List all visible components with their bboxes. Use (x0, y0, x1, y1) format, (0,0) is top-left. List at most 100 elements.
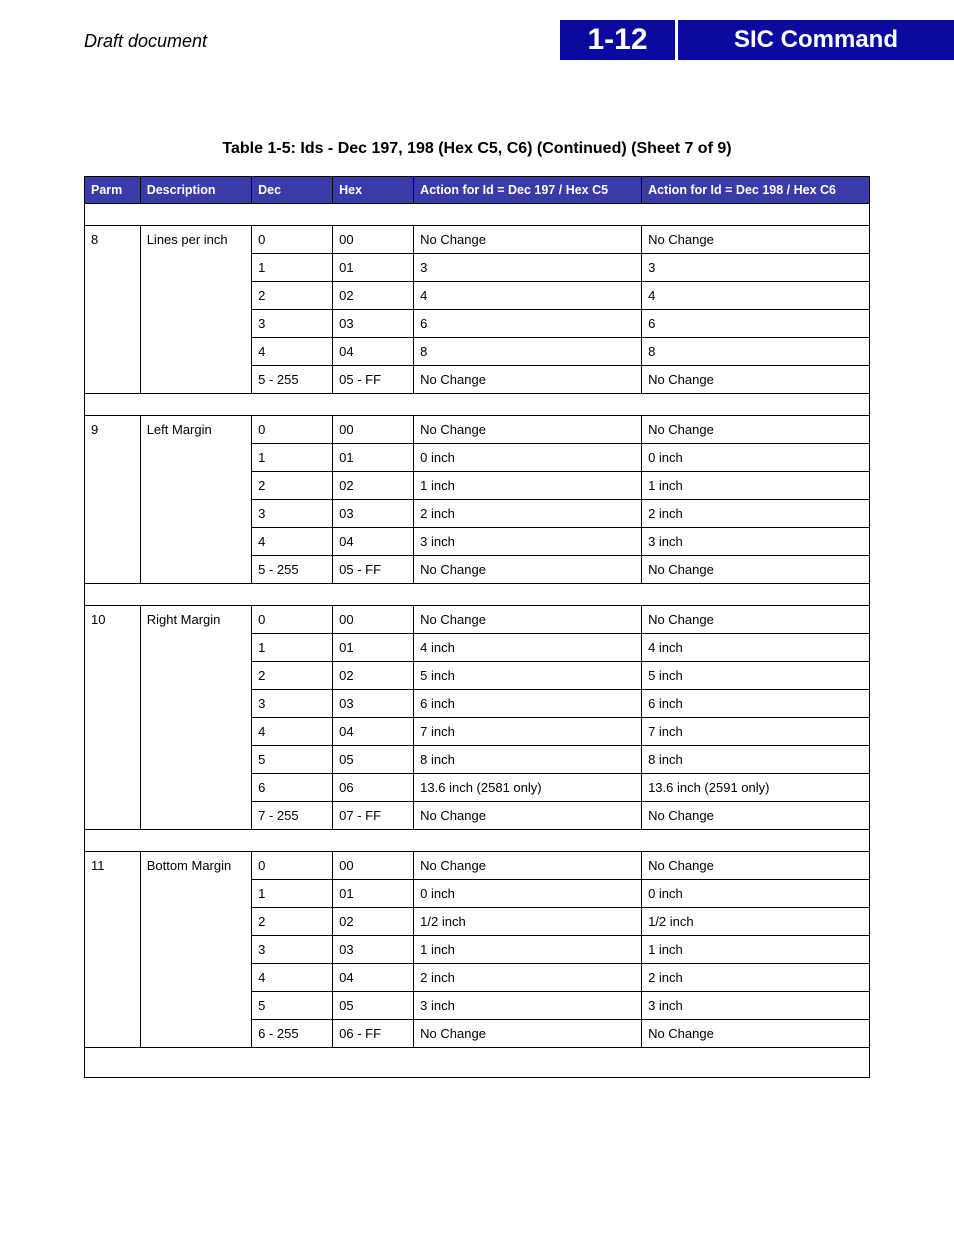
page-header: Draft document 1-12 SIC Command (0, 0, 954, 60)
group-separator (85, 394, 870, 416)
cell-dec: 0 (252, 226, 333, 254)
cell-action-c6: 2 inch (642, 964, 870, 992)
cell-dec: 2 (252, 472, 333, 500)
cell-action-c5: 4 (414, 282, 642, 310)
cell-dec: 1 (252, 444, 333, 472)
col-action-c6: Action for Id = Dec 198 / Hex C6 (642, 177, 870, 204)
cell-hex: 06 (333, 774, 414, 802)
cell-dec: 6 (252, 774, 333, 802)
cell-action-c5: No Change (414, 852, 642, 880)
col-dec: Dec (252, 177, 333, 204)
cell-action-c6: 6 (642, 310, 870, 338)
cell-dec: 1 (252, 880, 333, 908)
cell-hex: 05 - FF (333, 556, 414, 584)
cell-parm: 9 (85, 416, 141, 584)
cell-hex: 03 (333, 936, 414, 964)
cell-action-c6: 0 inch (642, 880, 870, 908)
group-separator (85, 830, 870, 852)
cell-action-c5: 3 inch (414, 528, 642, 556)
cell-dec: 6 - 255 (252, 1020, 333, 1048)
page-title: SIC Command (678, 20, 954, 60)
cell-dec: 7 - 255 (252, 802, 333, 830)
cell-hex: 04 (333, 338, 414, 366)
cell-hex: 05 - FF (333, 366, 414, 394)
cell-dec: 0 (252, 852, 333, 880)
cell-action-c5: No Change (414, 606, 642, 634)
cell-action-c6: 6 inch (642, 690, 870, 718)
cell-action-c5: 1 inch (414, 936, 642, 964)
col-action-c5: Action for Id = Dec 197 / Hex C5 (414, 177, 642, 204)
cell-description: Bottom Margin (140, 852, 251, 1048)
draft-label: Draft document (0, 0, 560, 60)
cell-hex: 02 (333, 908, 414, 936)
col-description: Description (140, 177, 251, 204)
cell-action-c5: 1/2 inch (414, 908, 642, 936)
cell-dec: 5 - 255 (252, 366, 333, 394)
cell-hex: 00 (333, 606, 414, 634)
cell-dec: 4 (252, 528, 333, 556)
cell-dec: 0 (252, 416, 333, 444)
cell-dec: 2 (252, 908, 333, 936)
cell-action-c5: 2 inch (414, 500, 642, 528)
table-header-row: Parm Description Dec Hex Action for Id =… (85, 177, 870, 204)
cell-action-c5: 0 inch (414, 444, 642, 472)
cell-hex: 03 (333, 310, 414, 338)
cell-hex: 00 (333, 852, 414, 880)
cell-hex: 05 (333, 992, 414, 1020)
cell-dec: 1 (252, 634, 333, 662)
cell-action-c6: No Change (642, 1020, 870, 1048)
cell-hex: 06 - FF (333, 1020, 414, 1048)
cell-action-c5: 5 inch (414, 662, 642, 690)
cell-hex: 02 (333, 662, 414, 690)
cell-action-c5: 0 inch (414, 880, 642, 908)
table-row: 10Right Margin000No ChangeNo Change (85, 606, 870, 634)
cell-hex: 00 (333, 226, 414, 254)
cell-hex: 00 (333, 416, 414, 444)
table-body: 8Lines per inch000No ChangeNo Change1013… (85, 204, 870, 1078)
cell-hex: 07 - FF (333, 802, 414, 830)
cell-dec: 2 (252, 662, 333, 690)
cell-description: Lines per inch (140, 226, 251, 394)
sic-command-table: Parm Description Dec Hex Action for Id =… (84, 176, 870, 1078)
col-parm: Parm (85, 177, 141, 204)
table-row: 11Bottom Margin000No ChangeNo Change (85, 852, 870, 880)
cell-parm: 10 (85, 606, 141, 830)
cell-action-c6: 8 (642, 338, 870, 366)
cell-action-c5: 7 inch (414, 718, 642, 746)
cell-hex: 03 (333, 500, 414, 528)
cell-dec: 4 (252, 964, 333, 992)
cell-action-c6: 2 inch (642, 500, 870, 528)
cell-dec: 0 (252, 606, 333, 634)
table-caption: Table 1-5: Ids - Dec 197, 198 (Hex C5, C… (84, 140, 870, 158)
cell-action-c6: No Change (642, 226, 870, 254)
group-separator (85, 204, 870, 226)
cell-hex: 01 (333, 254, 414, 282)
cell-action-c6: 3 inch (642, 992, 870, 1020)
cell-action-c5: No Change (414, 416, 642, 444)
cell-action-c6: 1 inch (642, 936, 870, 964)
cell-hex: 04 (333, 528, 414, 556)
cell-action-c5: 6 inch (414, 690, 642, 718)
cell-action-c5: 3 inch (414, 992, 642, 1020)
cell-action-c5: No Change (414, 1020, 642, 1048)
cell-action-c6: 4 inch (642, 634, 870, 662)
cell-action-c6: 1/2 inch (642, 908, 870, 936)
cell-dec: 4 (252, 718, 333, 746)
cell-parm: 8 (85, 226, 141, 394)
cell-action-c6: No Change (642, 416, 870, 444)
cell-hex: 02 (333, 282, 414, 310)
cell-action-c6: 7 inch (642, 718, 870, 746)
cell-dec: 3 (252, 936, 333, 964)
col-hex: Hex (333, 177, 414, 204)
cell-parm: 11 (85, 852, 141, 1048)
cell-action-c6: No Change (642, 556, 870, 584)
cell-dec: 5 - 255 (252, 556, 333, 584)
cell-action-c6: 3 (642, 254, 870, 282)
cell-action-c6: No Change (642, 366, 870, 394)
cell-hex: 02 (333, 472, 414, 500)
cell-action-c5: 1 inch (414, 472, 642, 500)
group-separator (85, 584, 870, 606)
cell-action-c5: No Change (414, 366, 642, 394)
cell-dec: 3 (252, 690, 333, 718)
cell-hex: 04 (333, 718, 414, 746)
